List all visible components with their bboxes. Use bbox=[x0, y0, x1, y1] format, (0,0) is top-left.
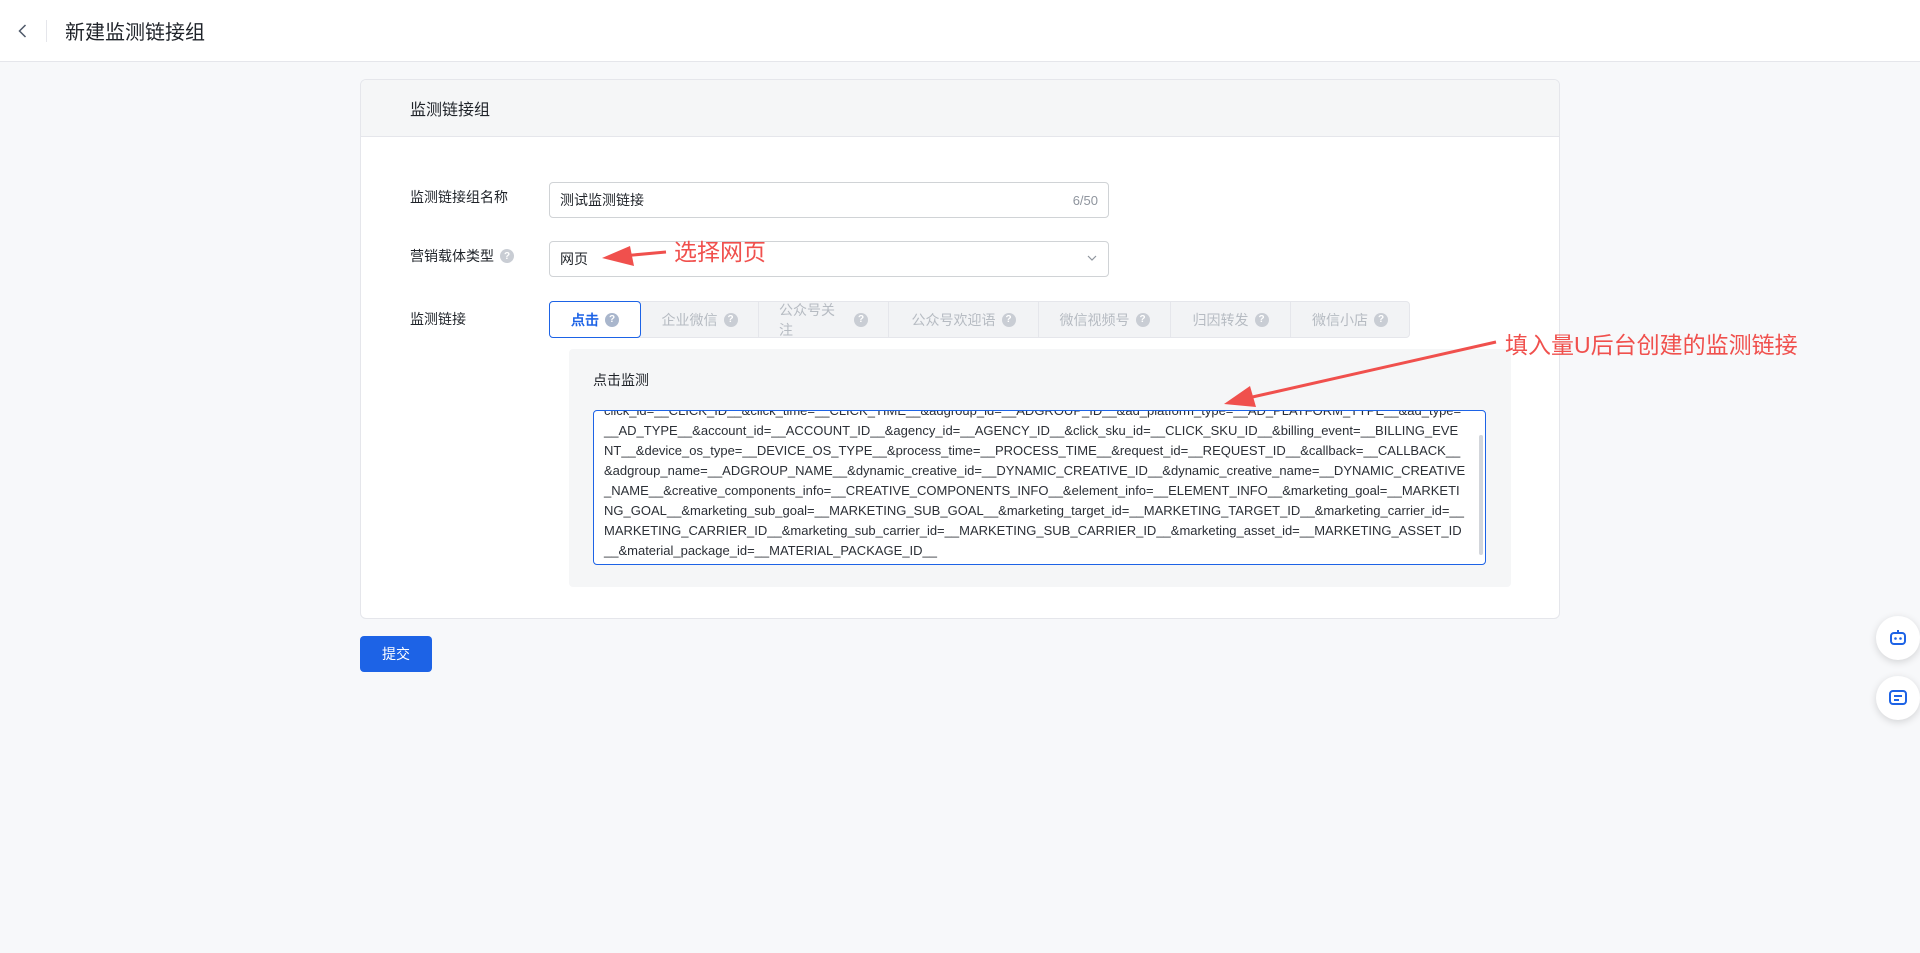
tab-label: 微信视频号 bbox=[1059, 311, 1130, 328]
carrier-label-text: 营销载体类型 bbox=[410, 248, 494, 264]
submit-button[interactable]: 提交 bbox=[360, 636, 432, 672]
help-icon: ? bbox=[1254, 312, 1269, 327]
tab-wechat-channels[interactable]: 微信视频号? bbox=[1039, 302, 1171, 337]
name-row: 监测链接组名称 bbox=[410, 187, 550, 207]
tab-label: 微信小店 bbox=[1312, 311, 1368, 328]
annotation-select-page: 选择网页 bbox=[674, 239, 766, 265]
name-input-value: 测试监测链接 bbox=[560, 192, 644, 208]
monitor-url-textarea[interactable]: click_id=__CLICK_ID__&click_time=__CLICK… bbox=[593, 410, 1486, 565]
link-row: 监测链接 bbox=[410, 309, 550, 329]
robot-icon bbox=[1890, 630, 1906, 645]
scrollbar[interactable] bbox=[1479, 435, 1483, 555]
tab-attribution-forward[interactable]: 归因转发? bbox=[1171, 302, 1291, 337]
help-icon[interactable]: ? bbox=[500, 249, 514, 263]
tab-label: 公众号关注 bbox=[779, 301, 835, 338]
help-icon: ? bbox=[854, 312, 868, 327]
link-label: 监测链接 bbox=[410, 311, 466, 327]
chevron-left-icon bbox=[18, 23, 27, 38]
name-label: 监测链接组名称 bbox=[410, 189, 508, 205]
click-monitor-panel: 点击监测 click_id=__CLICK_ID__&click_time=__… bbox=[569, 349, 1511, 587]
help-icon: ? bbox=[1001, 312, 1016, 327]
monitor-link-group-card: 监测链接组 监测链接组名称 测试监测链接 6/50 营销载体类型 ? 网页 监测… bbox=[360, 79, 1560, 619]
tab-official-follow[interactable]: 公众号关注? bbox=[759, 301, 889, 338]
carrier-row: 营销载体类型 ? bbox=[410, 246, 550, 266]
divider bbox=[46, 19, 47, 42]
help-icon: ? bbox=[1135, 312, 1150, 327]
help-icon: ? bbox=[1374, 312, 1388, 327]
tab-label: 公众号欢迎语 bbox=[911, 311, 996, 328]
monitor-title: 点击监测 bbox=[593, 372, 649, 388]
carrier-label: 营销载体类型 ? bbox=[410, 246, 550, 266]
help-icon: ? bbox=[605, 312, 619, 327]
back-button[interactable] bbox=[0, 0, 46, 62]
card-title: 监测链接组 bbox=[361, 80, 1559, 137]
help-icon: ? bbox=[723, 312, 738, 327]
robot-assistant-button[interactable] bbox=[1876, 616, 1920, 660]
tab-wecom[interactable]: 企业微信? bbox=[641, 302, 759, 337]
top-bar: 新建监测链接组 bbox=[0, 0, 1920, 62]
tab-label: 点击 bbox=[571, 311, 599, 328]
carrier-select-value: 网页 bbox=[560, 251, 588, 267]
char-counter: 6/50 bbox=[1072, 192, 1098, 208]
tab-label: 归因转发 bbox=[1192, 311, 1249, 328]
tab-wechat-store[interactable]: 微信小店? bbox=[1291, 302, 1409, 337]
name-input[interactable]: 测试监测链接 6/50 bbox=[549, 182, 1109, 218]
tab-official-welcome[interactable]: 公众号欢迎语? bbox=[889, 302, 1039, 337]
feedback-icon bbox=[1889, 690, 1907, 705]
annotation-fill-link: 填入量U后台创建的监测链接 bbox=[1505, 332, 1798, 358]
page-title: 新建监测链接组 bbox=[65, 22, 205, 44]
tab-label: 企业微信 bbox=[661, 311, 718, 328]
monitor-type-tabs: 点击? 企业微信? 公众号关注? 公众号欢迎语? 微信视频号? 归因转发? 微信… bbox=[549, 301, 1410, 338]
tab-click[interactable]: 点击? bbox=[549, 301, 641, 338]
monitor-url-text: click_id=__CLICK_ID__&click_time=__CLICK… bbox=[604, 410, 1466, 558]
carrier-select[interactable]: 网页 bbox=[549, 241, 1109, 277]
feedback-button[interactable] bbox=[1876, 676, 1920, 720]
chevron-down-icon bbox=[1086, 251, 1098, 267]
